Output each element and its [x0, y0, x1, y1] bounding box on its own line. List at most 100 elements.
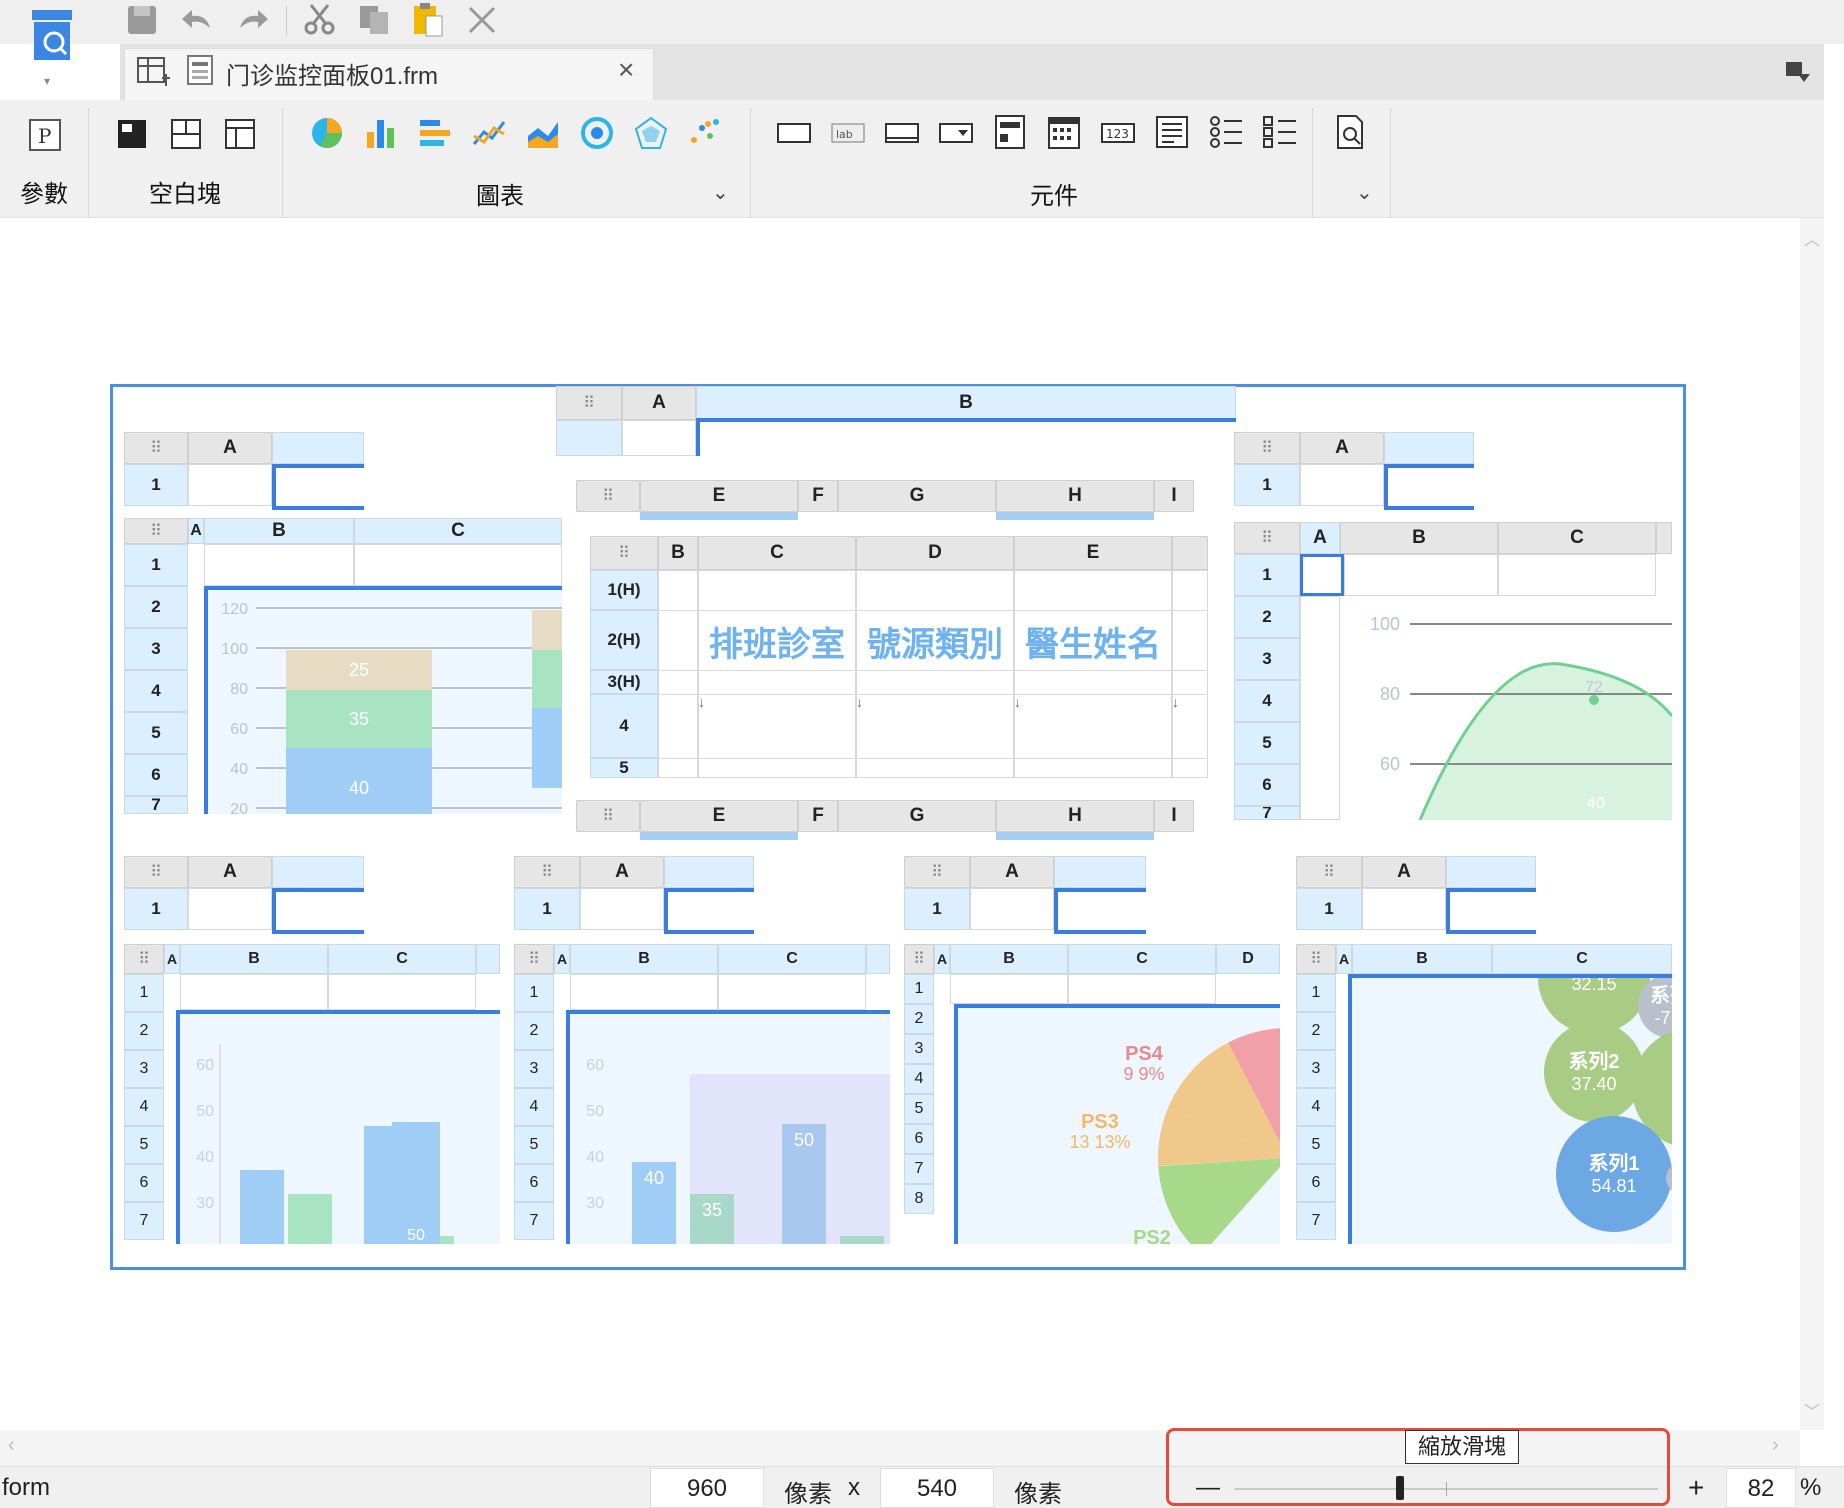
drag-handle-icon[interactable]: ⠿ — [1234, 522, 1300, 554]
textbox-icon[interactable] — [776, 118, 812, 148]
selected-title-cell[interactable] — [272, 464, 364, 510]
selected-title-cell[interactable] — [272, 888, 364, 934]
chevron-down-icon[interactable]: ▾ — [44, 74, 58, 88]
selected-title-cell[interactable] — [1446, 888, 1536, 934]
bar-chart-panel-2[interactable]: ⠿ A 1 ⠿ A B C 6050403040355025 1234567 — [514, 856, 890, 1262]
cell[interactable] — [1498, 554, 1656, 596]
radio-group-icon[interactable] — [1208, 114, 1244, 150]
header-cell-doctor[interactable]: 醫生姓名 — [1014, 612, 1172, 670]
bar-chart-icon[interactable] — [364, 116, 398, 150]
drag-handle-icon[interactable]: ⠿ — [124, 944, 164, 974]
chevron-down-icon[interactable]: ⌄ — [712, 180, 734, 204]
selected-cell[interactable] — [1300, 554, 1344, 596]
grid-add-icon[interactable] — [136, 54, 170, 88]
app-logo-icon[interactable] — [28, 8, 76, 66]
selected-title-cell[interactable] — [1054, 888, 1146, 934]
line-chart-icon[interactable] — [472, 116, 506, 150]
drag-handle-icon[interactable]: ⠿ — [1234, 432, 1300, 464]
button-icon[interactable] — [884, 118, 920, 148]
cell[interactable] — [1344, 554, 1498, 596]
cell[interactable] — [950, 974, 1068, 1004]
calendar-icon[interactable] — [1046, 114, 1082, 150]
drag-handle-icon[interactable]: ⠿ — [124, 432, 188, 464]
file-tab-title[interactable]: 门诊监控面板01.frm — [226, 56, 526, 90]
cell[interactable] — [1300, 596, 1340, 820]
save-icon[interactable] — [124, 2, 160, 38]
selected-title-cell[interactable] — [664, 888, 754, 934]
vertical-scrollbar[interactable]: ︿ ﹀ — [1800, 218, 1824, 1430]
split-block-icon[interactable] — [170, 118, 202, 150]
pie-chart-panel[interactable]: ⠿ A 1 ⠿ A B C D PS4 9 9% PS3 13 13% PS2 1234… — [904, 856, 1313, 1255]
layout-dropdown-icon[interactable] — [1784, 58, 1812, 86]
area-chart-icon[interactable] — [526, 116, 560, 150]
pie-chart[interactable]: PS4 9 9% PS3 13 13% PS2 — [954, 1004, 1313, 1255]
area-chart[interactable]: 1008060407240 — [1340, 596, 1674, 844]
cell[interactable] — [1172, 570, 1208, 778]
drag-handle-icon[interactable]: ⠿ — [514, 856, 580, 888]
drag-handle-icon[interactable]: ⠿ — [1296, 856, 1362, 888]
delete-icon[interactable] — [464, 2, 500, 38]
height-input[interactable]: 540 — [880, 1468, 994, 1508]
copy-icon[interactable] — [356, 2, 392, 38]
dropdown-icon[interactable] — [938, 118, 974, 148]
cell[interactable] — [204, 544, 354, 586]
bubble-chart[interactable]: 32.15 系列-7.5 系列237.40 系列154.81 — [1348, 922, 1752, 1244]
drag-handle-icon[interactable]: ⠿ — [904, 856, 970, 888]
width-input[interactable]: 960 — [650, 1468, 764, 1508]
zoom-percent-input[interactable]: 82 — [1726, 1468, 1796, 1508]
paste-icon[interactable] — [410, 2, 446, 38]
cell[interactable] — [180, 974, 328, 1010]
bar-chart-panel-1[interactable]: ⠿ A 1 ⠿ A B C 60 50 40 30 50 1234567 — [124, 856, 500, 1244]
cell[interactable] — [1300, 464, 1384, 506]
cell[interactable] — [718, 974, 866, 1010]
drag-handle-icon[interactable]: ⠿ — [576, 800, 640, 832]
cell[interactable] — [698, 570, 856, 778]
cell[interactable] — [1068, 974, 1216, 1004]
drag-handle-icon[interactable]: ⠿ — [576, 480, 640, 512]
stacked-bar-chart[interactable]: 120 100 80 60 40 20 25 35 40 — [204, 586, 562, 828]
preview-icon[interactable] — [1332, 114, 1368, 150]
zoom-in-button[interactable]: + — [1688, 1472, 1704, 1504]
selected-cell[interactable] — [696, 418, 1236, 456]
tab-close-button[interactable]: × — [618, 54, 646, 86]
chevron-down-icon[interactable]: ⌄ — [1356, 180, 1378, 204]
cell[interactable] — [970, 888, 1054, 930]
drag-handle-icon[interactable]: ⠿ — [514, 944, 554, 974]
drag-handle-icon[interactable]: ⠿ — [556, 386, 622, 420]
grid-block-icon[interactable] — [224, 118, 256, 150]
header-cell-type[interactable]: 號源類別 — [856, 612, 1014, 670]
number-icon[interactable]: 123 — [1100, 118, 1136, 148]
undo-icon[interactable] — [180, 2, 216, 38]
gauge-chart-icon[interactable] — [580, 116, 614, 150]
drag-handle-icon[interactable]: ⠿ — [904, 944, 934, 974]
blank-block-icon[interactable] — [116, 118, 148, 150]
radar-chart-icon[interactable] — [634, 116, 668, 150]
drag-handle-icon[interactable]: ⠿ — [124, 856, 188, 888]
header-cell-room[interactable]: 排班診室 — [698, 612, 856, 670]
cell[interactable] — [658, 570, 698, 778]
drag-handle-icon[interactable]: ⠿ — [590, 536, 658, 570]
cell[interactable] — [188, 464, 272, 506]
form-icon[interactable] — [992, 114, 1028, 150]
cell[interactable] — [354, 544, 562, 586]
scatter-chart-icon[interactable] — [688, 116, 722, 150]
drag-handle-icon[interactable]: ⠿ — [124, 518, 188, 544]
cell[interactable] — [622, 420, 696, 456]
bar-chart[interactable]: 60 50 40 30 50 — [176, 1010, 500, 1244]
cell[interactable] — [570, 974, 718, 1010]
cell[interactable] — [580, 888, 664, 930]
horizontal-bar-icon[interactable] — [418, 116, 452, 150]
label-icon[interactable]: lab — [830, 118, 866, 148]
parameter-icon[interactable]: P — [28, 118, 62, 152]
cell[interactable] — [188, 888, 272, 930]
pie-chart-icon[interactable] — [310, 116, 344, 150]
textarea-icon[interactable] — [1154, 114, 1190, 150]
cell[interactable] — [856, 570, 1014, 778]
bubble-chart-panel[interactable]: ⠿ A 1 ⠿ A B C 32.15 系列-7.5 系列237.40 系列154.8… — [1296, 856, 1752, 1244]
cell[interactable] — [1362, 888, 1446, 930]
checkbox-group-icon[interactable] — [1262, 114, 1298, 150]
redo-icon[interactable] — [234, 2, 270, 38]
selected-title-cell[interactable] — [1384, 464, 1474, 510]
cut-icon[interactable] — [302, 2, 338, 38]
cell[interactable] — [328, 974, 476, 1010]
